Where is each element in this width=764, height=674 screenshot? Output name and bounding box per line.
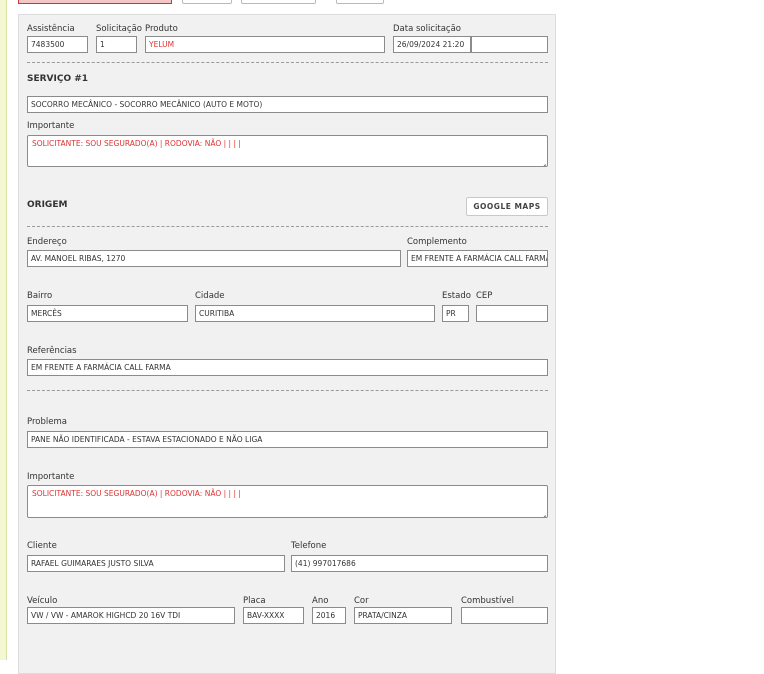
estado-label: Estado <box>442 291 471 301</box>
problema-label: Problema <box>27 417 67 427</box>
referencias-field[interactable]: EM FRENTE A FARMÁCIA CALL FARMA <box>27 359 548 376</box>
importante-label: Importante <box>27 472 75 482</box>
assistencia-label: Assistência <box>27 24 75 34</box>
combustivel-field[interactable] <box>461 607 548 624</box>
origem-section-title: ORIGEM <box>27 200 68 210</box>
data-solicitacao-extra-field[interactable] <box>471 36 548 53</box>
top-red-button[interactable] <box>18 0 172 4</box>
solicitacao-field[interactable]: 1 <box>96 36 137 53</box>
servico-section-title: SERVIÇO #1 <box>27 74 89 84</box>
bairro-field[interactable]: MERCÊS <box>27 305 188 322</box>
referencias-label: Referências <box>27 346 77 356</box>
cliente-label: Cliente <box>27 541 57 551</box>
bairro-label: Bairro <box>27 291 53 301</box>
solicitacao-label: Solicitação <box>96 24 142 34</box>
resize-grip-icon[interactable] <box>539 158 546 165</box>
resize-grip-icon[interactable] <box>539 509 546 516</box>
left-side-strip <box>0 0 7 660</box>
endereco-label: Endereço <box>27 237 67 247</box>
endereco-field[interactable]: AV. MANOEL RIBAS, 1270 <box>27 250 401 267</box>
top-toolbar-field[interactable] <box>241 0 316 4</box>
produto-label: Produto <box>145 24 178 34</box>
ano-field[interactable]: 2016 <box>312 607 346 624</box>
top-toolbar-button[interactable] <box>336 0 384 4</box>
importante-textarea[interactable]: SOLICITANTE: SOU SEGURADO(A) | RODOVIA: … <box>27 485 548 518</box>
importante-text: SOLICITANTE: SOU SEGURADO(A) | RODOVIA: … <box>32 489 241 498</box>
ano-label: Ano <box>312 596 329 606</box>
servico-field[interactable]: SOCORRO MECÂNICO - SOCORRO MECÂNICO (AUT… <box>27 96 548 113</box>
servico-importante-text: SOLICITANTE: SOU SEGURADO(A) | RODOVIA: … <box>32 139 241 148</box>
telefone-field[interactable]: (41) 997017686 <box>291 555 548 572</box>
section-divider <box>27 62 548 63</box>
complemento-label: Complemento <box>407 237 467 247</box>
servico-importante-label: Importante <box>27 121 75 131</box>
telefone-label: Telefone <box>291 541 327 551</box>
servico-importante-textarea[interactable]: SOLICITANTE: SOU SEGURADO(A) | RODOVIA: … <box>27 135 548 167</box>
cep-label: CEP <box>476 291 493 301</box>
cep-field[interactable] <box>476 305 548 322</box>
section-divider <box>27 390 548 391</box>
data-solicitacao-field[interactable]: 26/09/2024 21:20 <box>393 36 471 53</box>
cor-label: Cor <box>354 596 369 606</box>
cidade-field[interactable]: CURITIBA <box>195 305 435 322</box>
placa-field[interactable]: BAV-XXXX <box>243 607 304 624</box>
cidade-label: Cidade <box>195 291 225 301</box>
veiculo-field[interactable]: VW / VW - AMAROK HIGHCD 20 16V TDI <box>27 607 235 624</box>
top-action-button[interactable] <box>182 0 232 4</box>
cliente-field[interactable]: RAFAEL GUIMARAES JUSTO SILVA <box>27 555 285 572</box>
produto-field[interactable]: YELUM <box>145 36 385 53</box>
veiculo-label: Veículo <box>27 596 58 606</box>
section-divider <box>27 226 548 227</box>
google-maps-button[interactable]: GOOGLE MAPS <box>466 197 548 216</box>
placa-label: Placa <box>243 596 266 606</box>
combustivel-label: Combustível <box>461 596 514 606</box>
assistencia-field[interactable]: 7483500 <box>27 36 88 53</box>
cor-field[interactable]: PRATA/CINZA <box>354 607 452 624</box>
service-form-panel <box>18 14 556 674</box>
estado-field[interactable]: PR <box>442 305 469 322</box>
problema-field[interactable]: PANE NÃO IDENTIFICADA - ESTAVA ESTACIONA… <box>27 431 548 448</box>
complemento-field[interactable]: EM FRENTE A FARMÁCIA CALL FARMA <box>407 250 548 267</box>
data-solicitacao-label: Data solicitação <box>393 24 462 34</box>
